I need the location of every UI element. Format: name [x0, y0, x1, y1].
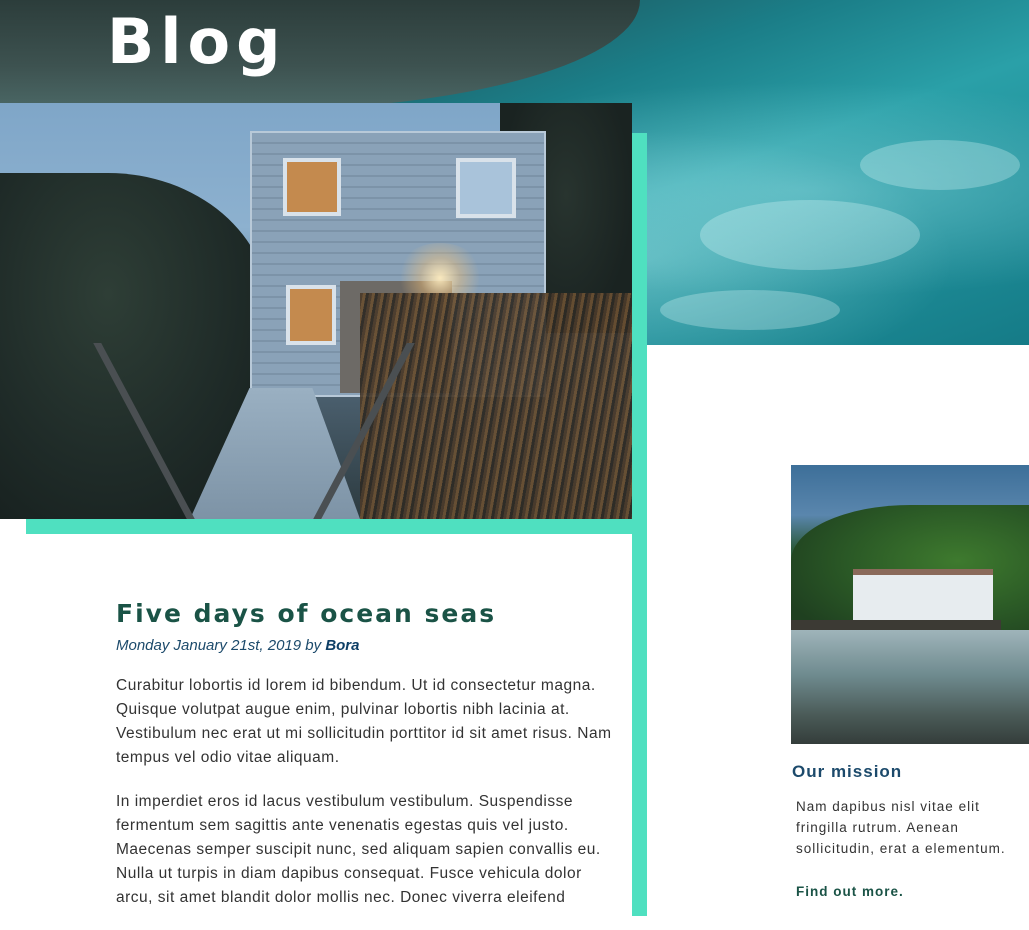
image-pier [791, 620, 1001, 630]
hero-shoreline [0, 0, 640, 110]
post-author-link[interactable]: Bora [325, 637, 359, 654]
featured-post-image[interactable] [0, 103, 632, 519]
post-body: Curabitur lobortis id lorem id bibendum.… [116, 674, 616, 910]
post-meta: Monday January 21st, 2019 by Bora [116, 636, 616, 656]
image-window [456, 158, 516, 218]
hero-foam [700, 200, 920, 270]
find-out-more-link[interactable]: Find out more. [796, 884, 904, 899]
page-title: Blog [107, 5, 287, 78]
image-water [791, 630, 1029, 744]
image-window [283, 158, 341, 216]
hero-foam [660, 290, 840, 330]
post-paragraph: Curabitur lobortis id lorem id bibendum.… [116, 677, 612, 766]
hero-foam [860, 140, 1020, 190]
image-window [286, 285, 336, 345]
mission-image[interactable] [791, 465, 1029, 744]
accent-frame-bottom [26, 519, 647, 534]
post-title[interactable]: Five days of ocean seas [116, 596, 616, 632]
mission-text: Nam dapibus nisl vitae elit fringilla ru… [796, 799, 1006, 856]
mission-title: Our mission [792, 762, 903, 781]
image-reeds [360, 293, 632, 519]
blog-post: Five days of ocean seas Monday January 2… [116, 596, 616, 930]
image-cabin [853, 569, 993, 627]
post-date: Monday January 21st, 2019 [116, 637, 302, 654]
post-paragraph: In imperdiet eros id lacus vestibulum ve… [116, 793, 601, 906]
post-by: by [305, 637, 322, 654]
